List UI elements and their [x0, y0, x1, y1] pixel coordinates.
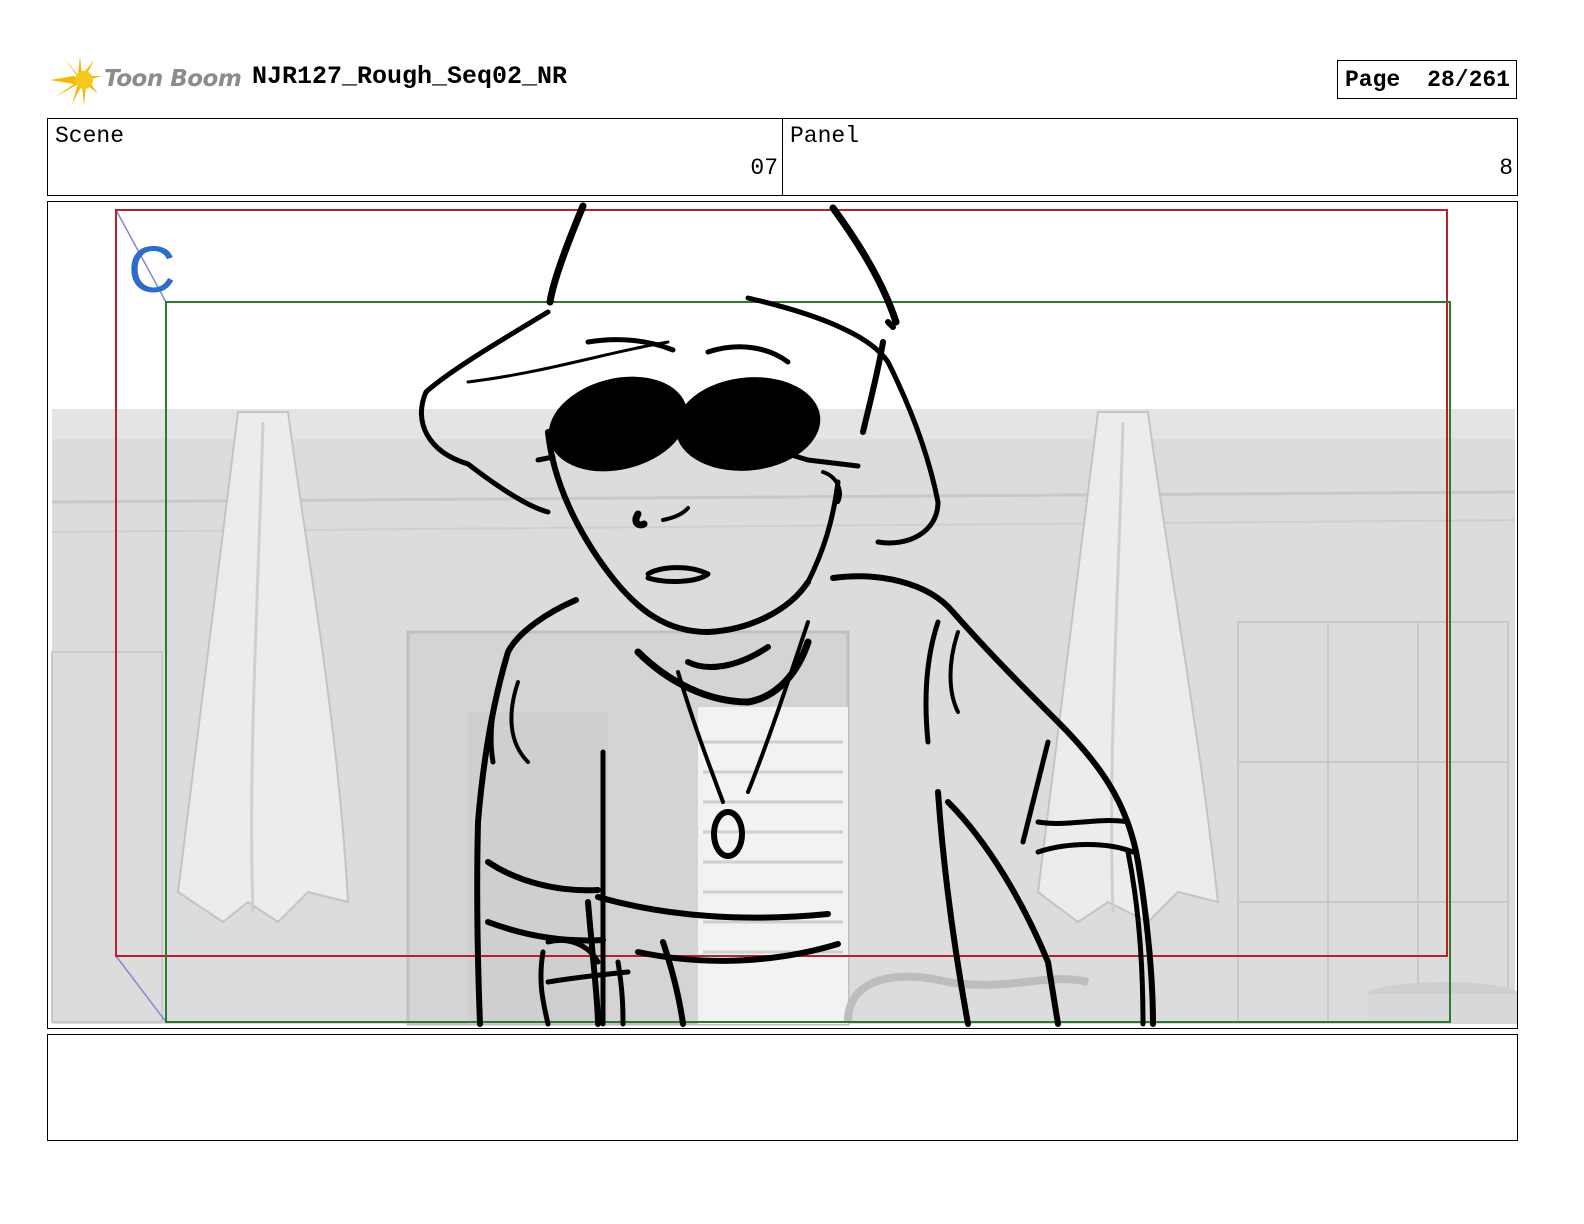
panel-label: Panel	[790, 123, 860, 149]
logo-text: Toon Boom	[104, 66, 242, 92]
scene-panel-info: Scene 07 Panel 8	[47, 118, 1518, 196]
storyboard-drawing: C	[51, 202, 1517, 1027]
project-title: NJR127_Rough_Seq02_NR	[252, 62, 568, 91]
panel-value: 8	[1499, 155, 1513, 181]
scene-label: Scene	[55, 123, 125, 149]
panel-notes	[47, 1034, 1518, 1141]
toon-boom-logo: Toon Boom	[50, 54, 242, 106]
page-indicator: Page 28/261	[1337, 60, 1517, 99]
camera-letter: C	[128, 232, 176, 306]
panel-cell: Panel 8	[783, 119, 1517, 195]
storyboard-panel-image: C	[47, 201, 1518, 1029]
background-set	[51, 409, 1517, 1026]
scene-value: 07	[750, 155, 778, 181]
scene-cell: Scene 07	[48, 119, 783, 195]
starburst-icon	[50, 56, 102, 106]
page-number: 28/261	[1427, 66, 1510, 93]
page-label: Page	[1345, 66, 1401, 93]
